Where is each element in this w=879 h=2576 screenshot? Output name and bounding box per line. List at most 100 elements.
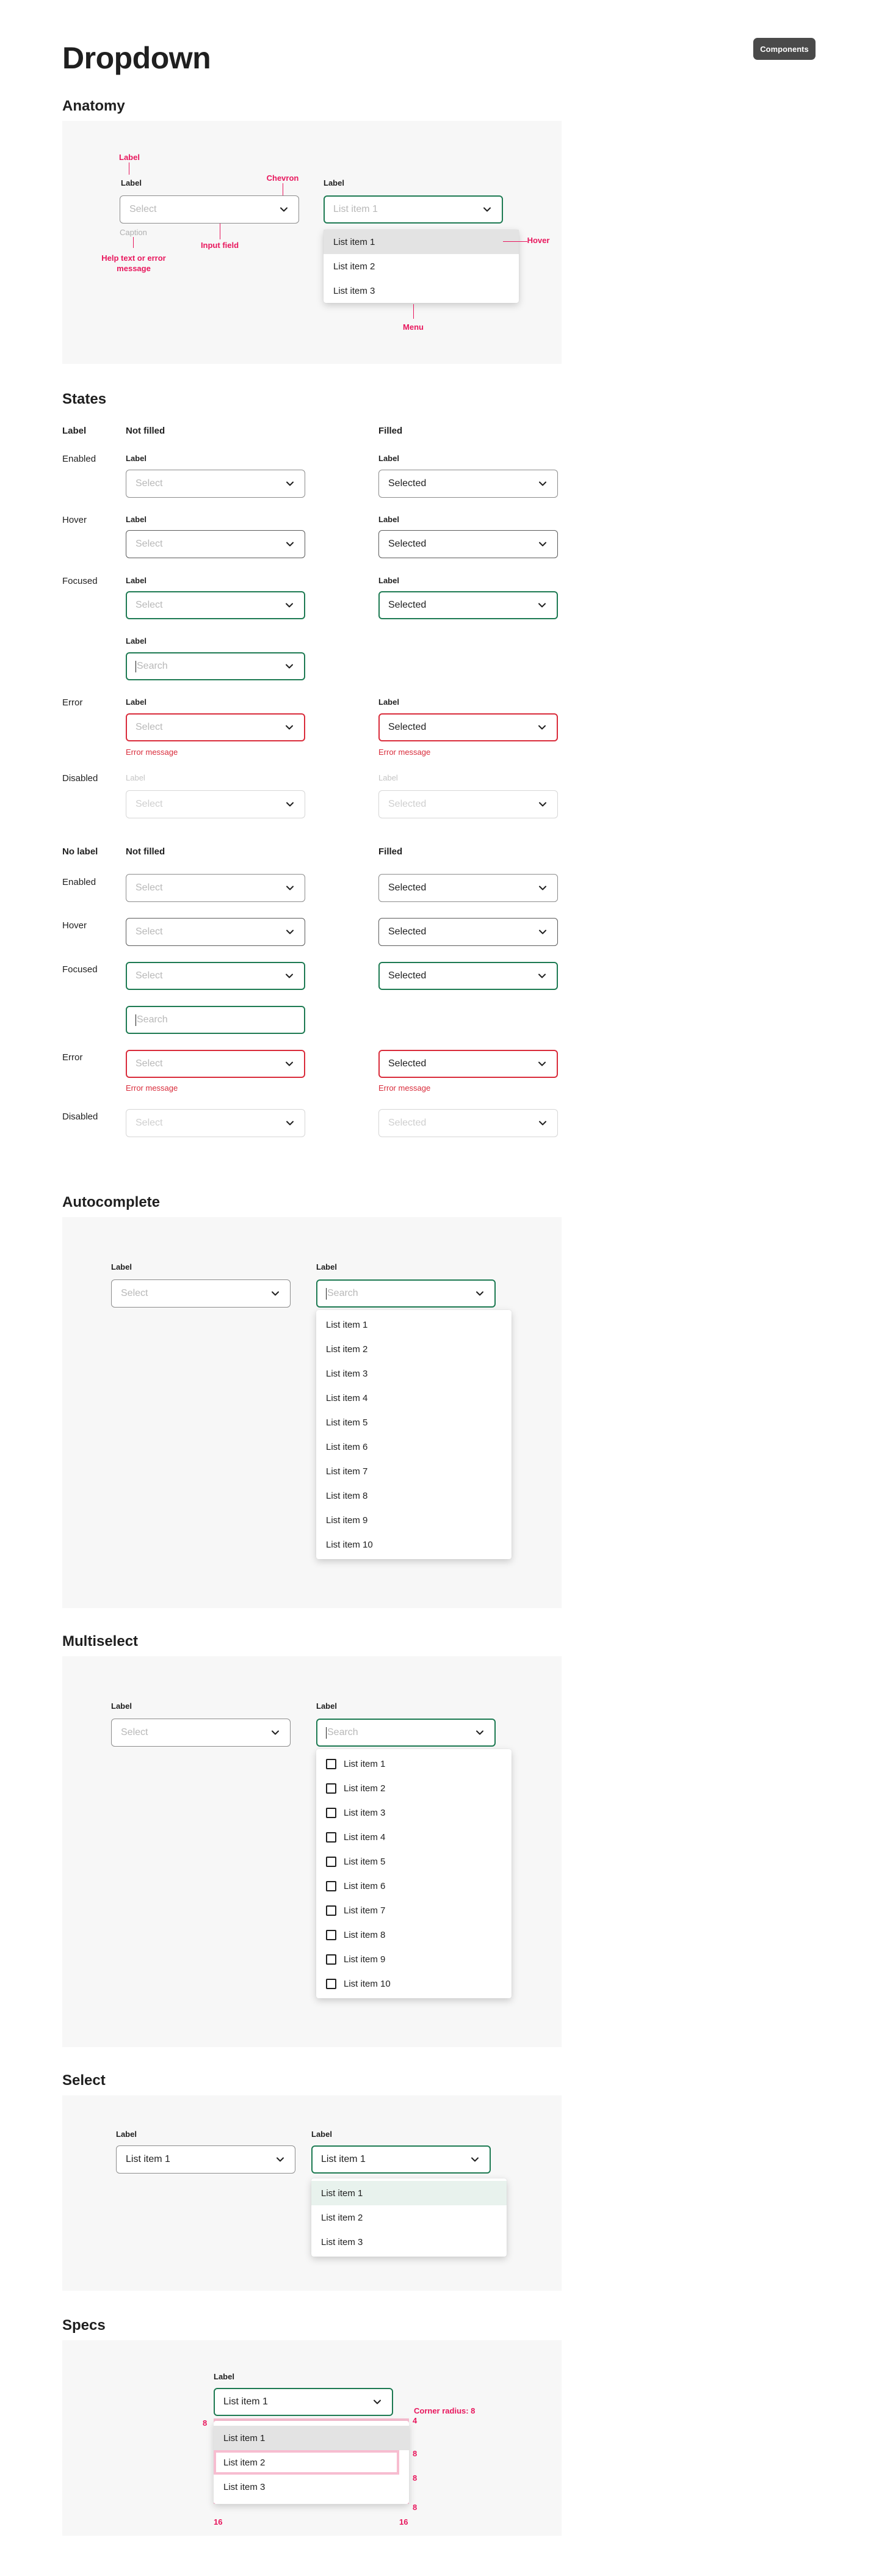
menu-item[interactable]: List item 7 <box>316 1459 512 1483</box>
chevron-down-icon <box>284 1117 296 1129</box>
selected-value: Selected <box>388 478 427 489</box>
field-label: Label <box>126 576 146 585</box>
checkbox-item[interactable]: List item 10 <box>316 1971 512 1996</box>
components-button[interactable]: Components <box>753 38 816 60</box>
anatomy-select-field[interactable]: Select <box>120 195 299 224</box>
checkbox-item[interactable]: List item 7 <box>316 1898 512 1923</box>
search-placeholder: Search <box>327 1727 358 1737</box>
multiselect-select-field[interactable]: Select <box>111 1719 291 1747</box>
menu-item[interactable]: List item 1 <box>316 1312 512 1337</box>
select-closed-field[interactable]: List item 1 <box>116 2145 295 2174</box>
menu-item[interactable]: List item 2 <box>324 254 519 278</box>
menu-item[interactable]: List item 2 <box>316 1337 512 1361</box>
checkbox-icon[interactable] <box>326 1929 336 1940</box>
error-message: Error message <box>378 748 431 757</box>
checkbox-label: List item 6 <box>344 1880 386 1891</box>
chevron-down-icon <box>536 970 548 982</box>
menu-item[interactable]: List item 6 <box>316 1435 512 1459</box>
checkbox-item[interactable]: List item 1 <box>316 1752 512 1776</box>
field-label: Label <box>126 515 146 524</box>
chevron-down-icon <box>537 1117 549 1129</box>
checkbox-icon[interactable] <box>326 1978 336 1989</box>
menu-item[interactable]: List item 1 <box>311 2181 507 2205</box>
checkbox-icon[interactable] <box>326 1880 336 1891</box>
anatomy-panel: Label Label Chevron Select Caption Help … <box>62 121 562 364</box>
menu-item[interactable]: List item 4 <box>316 1386 512 1410</box>
select-hover-filled[interactable]: Selected <box>378 530 558 558</box>
menu-item[interactable]: List item 3 <box>311 2230 507 2254</box>
checkbox-icon[interactable] <box>326 1783 336 1794</box>
selected-value: Selected <box>388 1118 427 1128</box>
select-nolabel-hover-filled[interactable]: Selected <box>378 918 558 946</box>
row-disabled: Disabled <box>62 1112 98 1122</box>
placeholder-text: Select <box>136 722 163 732</box>
spec-row2: 8 <box>413 2473 418 2483</box>
checkbox-item[interactable]: List item 2 <box>316 1776 512 1800</box>
menu-item[interactable]: List item 1 <box>324 230 519 254</box>
select-nolabel-enabled-filled[interactable]: Selected <box>378 874 558 902</box>
search-placeholder: Search <box>137 1014 168 1025</box>
menu-item[interactable]: List item 9 <box>316 1508 512 1532</box>
placeholder-text: Select <box>136 970 163 981</box>
select-enabled-empty[interactable]: Select <box>126 470 305 498</box>
checkbox-label: List item 2 <box>344 1783 386 1794</box>
select-hover-empty[interactable]: Select <box>126 530 305 558</box>
menu-item[interactable]: List item 3 <box>316 1361 512 1386</box>
select-nolabel-focused-empty[interactable]: Select <box>126 962 305 990</box>
checkbox-item[interactable]: List item 4 <box>316 1825 512 1849</box>
menu-item[interactable]: List item 2 <box>311 2205 507 2230</box>
anatomy-open-field[interactable]: List item 1 <box>324 195 503 224</box>
checkbox-icon[interactable] <box>326 1954 336 1965</box>
selected-value: Selected <box>388 722 427 732</box>
checkbox-icon[interactable] <box>326 1905 336 1916</box>
checkbox-item[interactable]: List item 8 <box>316 1923 512 1947</box>
multiselect-panel: Label Select Label Search List item 1 Li… <box>62 1656 562 2047</box>
chevron-down-icon <box>284 538 296 550</box>
select-nolabel-enabled-empty[interactable]: Select <box>126 874 305 902</box>
specs-menu: List item 1 List item 2 List item 3 <box>214 2421 409 2504</box>
select-nolabel-error-empty[interactable]: Select <box>126 1050 305 1078</box>
checkbox-icon[interactable] <box>326 1807 336 1818</box>
checkbox-label: List item 8 <box>344 1929 386 1940</box>
select-panel: Label List item 1 Label List item 1 List… <box>62 2095 562 2291</box>
select-nolabel-focused-filled[interactable]: Selected <box>378 962 558 990</box>
menu-item[interactable]: List item 3 <box>214 2475 409 2499</box>
field-label: Label <box>316 1262 337 1272</box>
specs-field[interactable]: List item 1 <box>214 2388 393 2416</box>
annotation-help-line <box>133 237 134 248</box>
select-enabled-filled[interactable]: Selected <box>378 470 558 498</box>
chevron-down-icon <box>278 203 290 216</box>
checkbox-icon[interactable] <box>326 1832 336 1843</box>
autocomplete-select-field[interactable]: Select <box>111 1279 291 1308</box>
field-label: Label <box>126 636 146 646</box>
checkbox-item[interactable]: List item 3 <box>316 1800 512 1825</box>
search-focused-field[interactable]: Search <box>126 652 305 680</box>
select-error-empty[interactable]: Select <box>126 713 305 741</box>
checkbox-icon[interactable] <box>326 1856 336 1867</box>
select-focused-filled[interactable]: Selected <box>378 591 558 619</box>
select-focused-empty[interactable]: Select <box>126 591 305 619</box>
select-error-filled[interactable]: Selected <box>378 713 558 741</box>
checkbox-label: List item 10 <box>344 1978 391 1989</box>
specs-panel: Label List item 1 Corner radius: 8 List … <box>62 2340 562 2536</box>
menu-item[interactable]: List item 1 <box>214 2426 409 2450</box>
search-nolabel-focused-field[interactable]: Search <box>126 1006 305 1034</box>
autocomplete-search-field[interactable]: Search <box>316 1279 496 1308</box>
checkbox-icon[interactable] <box>326 1758 336 1769</box>
select-nolabel-error-filled[interactable]: Selected <box>378 1050 558 1078</box>
multiselect-menu: List item 1 List item 2 List item 3 List… <box>316 1749 512 1998</box>
multiselect-search-field[interactable]: Search <box>316 1719 496 1747</box>
select-nolabel-hover-empty[interactable]: Select <box>126 918 305 946</box>
menu-item[interactable]: List item 10 <box>316 1532 512 1557</box>
selected-value: List item 1 <box>223 2396 268 2407</box>
select-open-field[interactable]: List item 1 <box>311 2145 491 2174</box>
checkbox-label: List item 7 <box>344 1905 386 1916</box>
menu-item[interactable]: List item 2 <box>214 2450 399 2475</box>
menu-item[interactable]: List item 8 <box>316 1483 512 1508</box>
checkbox-item[interactable]: List item 6 <box>316 1874 512 1898</box>
checkbox-item[interactable]: List item 9 <box>316 1947 512 1971</box>
menu-item[interactable]: List item 3 <box>324 278 519 303</box>
selected-value: List item 1 <box>126 2154 170 2164</box>
menu-item[interactable]: List item 5 <box>316 1410 512 1435</box>
checkbox-item[interactable]: List item 5 <box>316 1849 512 1874</box>
